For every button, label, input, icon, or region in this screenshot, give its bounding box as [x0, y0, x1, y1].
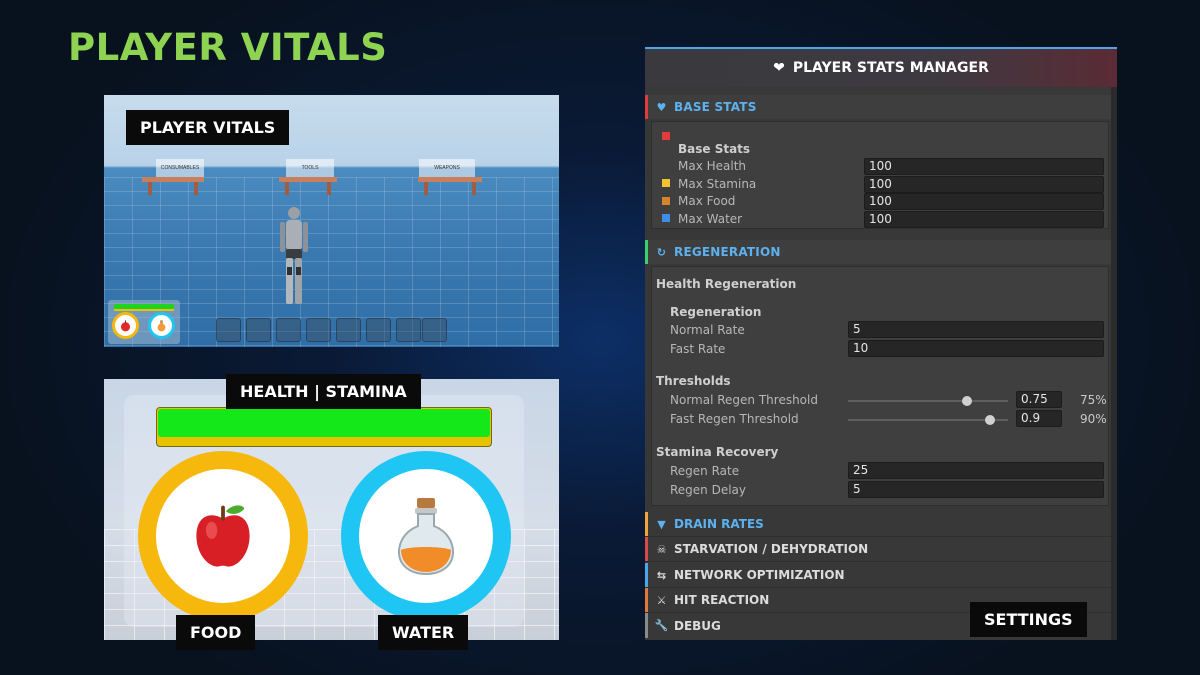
section-base-stats-label: BASE STATS	[674, 100, 757, 114]
health-regen-label: Health Regeneration	[656, 277, 797, 291]
apple-icon	[196, 505, 250, 567]
inspector-header: ❤ PLAYER STATS MANAGER	[645, 49, 1117, 87]
health-fill	[158, 409, 490, 437]
max-water-label: Max Water	[678, 212, 743, 226]
refresh-icon: ↻	[656, 245, 667, 259]
base-stats-group-label: Base Stats	[678, 142, 751, 156]
hotbar-slot[interactable]	[276, 318, 301, 342]
section-starvation-label: STARVATION / DEHYDRATION	[674, 542, 869, 556]
max-stamina-label: Max Stamina	[678, 177, 757, 191]
max-stamina-field[interactable]: 100	[864, 176, 1104, 193]
health-color-swatch	[662, 132, 670, 140]
player-character	[280, 207, 308, 304]
stamina-recovery-label: Stamina Recovery	[656, 445, 779, 459]
hotbar-slot[interactable]	[336, 318, 361, 342]
section-starvation-dehydration[interactable]: ☠ STARVATION / DEHYDRATION	[645, 537, 1111, 562]
max-health-label: Max Health	[678, 159, 747, 173]
table-sign-consumables: CONSUMABLES	[156, 159, 204, 177]
food-label: FOOD	[176, 615, 256, 650]
stamina-color-swatch	[662, 179, 670, 187]
player-stats-inspector: ❤ PLAYER STATS MANAGER ♥ BASE STATS Base…	[645, 47, 1117, 640]
fast-threshold-label: Fast Regen Threshold	[670, 412, 799, 426]
normal-rate-label: Normal Rate	[670, 323, 745, 337]
section-network-optimization[interactable]: ⇆ NETWORK OPTIMIZATION	[645, 563, 1111, 588]
fast-threshold-slider[interactable]	[848, 419, 1008, 421]
fast-rate-field[interactable]: 10	[848, 340, 1104, 357]
mini-health-bar	[114, 304, 174, 311]
base-stats-box: Base Stats Max Health 100 Max Stamina 10…	[651, 121, 1109, 229]
table-consumables	[142, 177, 204, 195]
regen-rate-label: Regen Rate	[670, 464, 740, 478]
section-network-label: NETWORK OPTIMIZATION	[674, 568, 845, 582]
hotbar-slot[interactable]	[246, 318, 271, 342]
potion-bottle-icon	[397, 498, 455, 576]
scene-panel-label: PLAYER VITALS	[126, 110, 290, 145]
potion-icon	[148, 312, 175, 339]
thresholds-label: Thresholds	[656, 374, 731, 388]
hud-closeup-view	[104, 379, 559, 640]
food-color-swatch	[662, 197, 670, 205]
normal-threshold-label: Normal Regen Threshold	[670, 393, 818, 407]
health-stamina-bar	[156, 407, 492, 447]
max-food-field[interactable]: 100	[864, 193, 1104, 210]
heart-icon: ❤	[773, 60, 785, 76]
table-weapons	[418, 177, 482, 195]
hotbar-slot[interactable]	[422, 318, 447, 342]
skull-icon: ☠	[656, 542, 667, 556]
table-sign-weapons: WEAPONS	[419, 159, 475, 177]
wrench-icon: 🔧	[654, 619, 669, 632]
normal-threshold-percent: 75%	[1080, 393, 1107, 407]
regen-delay-label: Regen Delay	[670, 483, 747, 497]
max-health-field[interactable]: 100	[864, 158, 1104, 175]
table-sign-tools: TOOLS	[286, 159, 334, 177]
mini-hud	[108, 300, 180, 344]
normal-threshold-handle[interactable]	[962, 396, 972, 406]
normal-threshold-slider[interactable]	[848, 400, 1008, 402]
inspector-title: PLAYER STATS MANAGER	[792, 60, 989, 76]
normal-rate-field[interactable]: 5	[848, 321, 1104, 338]
fast-threshold-handle[interactable]	[985, 415, 995, 425]
hotbar-slot[interactable]	[396, 318, 421, 342]
crossed-swords-icon: ⚔	[656, 593, 667, 607]
swap-arrows-icon: ⇆	[656, 568, 667, 582]
section-drain-rates[interactable]: ▼ DRAIN RATES	[645, 512, 1111, 537]
hotbar-slot[interactable]	[366, 318, 391, 342]
section-regeneration-label: REGENERATION	[674, 245, 781, 259]
regen-group-label: Regeneration	[670, 305, 762, 319]
section-drain-rates-label: DRAIN RATES	[674, 517, 764, 531]
section-hit-reaction-label: HIT REACTION	[674, 593, 770, 607]
water-color-swatch	[662, 214, 670, 222]
fast-threshold-field[interactable]: 0.9	[1016, 410, 1062, 427]
table-tools	[279, 177, 337, 195]
heart-icon: ♥	[656, 100, 667, 114]
page-title: PLAYER VITALS	[68, 26, 388, 69]
regen-rate-field[interactable]: 25	[848, 462, 1104, 479]
settings-label: SETTINGS	[970, 602, 1087, 637]
regeneration-box: Health Regeneration Regeneration Normal …	[651, 266, 1109, 506]
health-stamina-label: HEALTH | STAMINA	[226, 374, 421, 409]
max-water-field[interactable]: 100	[864, 211, 1104, 228]
triangle-down-icon: ▼	[657, 517, 666, 531]
hotbar-slot[interactable]	[306, 318, 331, 342]
inspector-scrollbar[interactable]	[1111, 87, 1117, 640]
section-base-stats[interactable]: ♥ BASE STATS	[645, 95, 1111, 119]
section-debug-label: DEBUG	[674, 618, 721, 633]
max-food-label: Max Food	[678, 194, 736, 208]
fast-threshold-percent: 90%	[1080, 412, 1107, 426]
regen-delay-field[interactable]: 5	[848, 481, 1104, 498]
normal-threshold-field[interactable]: 0.75	[1016, 391, 1062, 408]
food-meter	[138, 451, 308, 621]
apple-icon	[112, 312, 139, 339]
section-regeneration[interactable]: ↻ REGENERATION	[645, 240, 1111, 264]
water-label: WATER	[378, 615, 469, 650]
fast-rate-label: Fast Rate	[670, 342, 726, 356]
hotbar-slot[interactable]	[216, 318, 241, 342]
water-meter	[341, 451, 511, 621]
